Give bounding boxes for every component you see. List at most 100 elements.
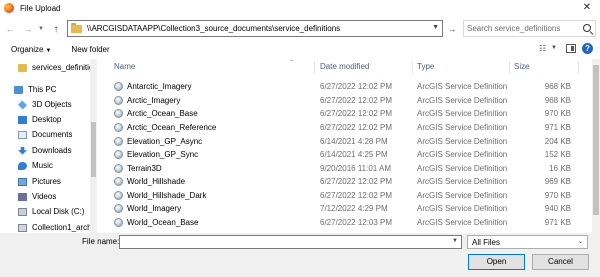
column-divider[interactable] [412,61,413,74]
search-input[interactable] [467,24,579,33]
column-header-type[interactable]: Type [417,62,434,74]
file-row[interactable]: Terrain3D 9/20/2016 11:01 AM ArcGIS Serv… [99,162,592,175]
file-name: Arctic_Ocean_Reference [127,123,217,132]
navigation-scrollbar[interactable] [90,59,97,233]
new-folder-button[interactable]: New folder [71,45,109,54]
file-size: 970 KB [544,109,571,118]
open-button[interactable]: Open [468,254,525,270]
file-row[interactable]: Arctic_Imagery 6/27/2022 12:02 PM ArcGIS… [99,94,592,107]
file-list-scrollbar[interactable] [592,59,600,233]
file-name: Terrain3D [127,164,162,173]
column-divider[interactable] [509,61,510,74]
desktop-icon [18,115,27,124]
column-header-size[interactable]: Size [514,62,530,74]
nav-item-collection1[interactable]: Collection1_arch [0,221,97,233]
file-name: Elevation_GP_Sync [127,150,199,159]
nav-item-label: Desktop [32,115,62,124]
file-name: World_Imagery [127,204,182,213]
view-chevron-down-icon[interactable]: ▼ [551,45,557,51]
nav-item-desktop[interactable]: Desktop [0,113,97,126]
file-size: 968 KB [544,96,571,105]
nav-item-downloads[interactable]: Downloads [0,144,97,157]
nav-item-services-definitions[interactable]: services_definitions [0,61,97,74]
close-button[interactable]: ✕ [580,2,594,14]
nav-item-label: Documents [32,130,73,139]
path-dropdown-chevron-icon[interactable]: ▼ [432,24,439,31]
file-row[interactable]: Arctic_Ocean_Base 6/27/2022 12:02 PM Arc… [99,107,592,120]
nav-item-label: Videos [32,192,57,201]
nav-item-videos[interactable]: Videos [0,190,97,203]
forward-button[interactable]: → [21,22,35,36]
column-divider[interactable] [314,61,315,74]
file-type: ArcGIS Service Definition [417,218,508,227]
go-button[interactable]: → [446,22,458,35]
column-header-date[interactable]: Date modified [320,62,369,74]
file-name: World_Ocean_Base [127,218,199,227]
command-bar: Organize ▼ New folder ☷ ▼ ? [0,42,600,57]
network-drive-icon [18,223,27,232]
file-name: World_Hillshade [127,177,186,186]
nav-item-this-pc[interactable]: This PC [0,83,97,96]
file-row[interactable]: World_Imagery 7/12/2022 4:29 PM ArcGIS S… [99,202,592,215]
file-row[interactable]: Elevation_GP_Async 6/14/2021 4:28 PM Arc… [99,135,592,148]
file-type: ArcGIS Service Definition [417,123,508,132]
column-divider[interactable] [578,61,579,74]
title-bar: File Upload ✕ [0,0,600,16]
file-name-input[interactable] [123,236,448,248]
file-type: ArcGIS Service Definition [417,82,508,91]
firefox-icon [4,3,14,13]
file-row[interactable]: World_Ocean_Base 6/27/2022 12:03 PM ArcG… [99,216,592,229]
path-field[interactable]: \\ARCGISDATAAPP\Collection3_source_docum… [67,20,443,37]
file-name-dropdown-chevron-icon[interactable]: ▼ [452,238,458,244]
file-name: Antarctic_Imagery [127,82,192,91]
search-box[interactable] [463,20,596,37]
file-size: 152 KB [544,150,571,159]
file-type-filter-value: All Files [472,238,501,247]
navigation-scrollbar-thumb[interactable] [91,122,96,177]
back-button[interactable]: ← [3,22,17,36]
cancel-button[interactable]: Cancel [532,254,589,270]
view-options-icon[interactable]: ☷ [539,44,546,53]
documents-icon [18,130,27,139]
service-definition-file-icon [114,109,123,118]
recent-locations-chevron-icon[interactable]: ▼ [37,22,45,36]
file-date: 6/27/2022 12:03 PM [320,218,393,227]
nav-item-local-disk[interactable]: Local Disk (C:) [0,205,97,218]
nav-item-pictures[interactable]: Pictures [0,175,97,188]
file-row[interactable]: World_Hillshade 6/27/2022 12:02 PM ArcGI… [99,175,592,188]
file-name-field[interactable]: ▼ [119,235,462,249]
file-type: ArcGIS Service Definition [417,177,508,186]
nav-item-label: This PC [28,85,57,94]
file-type: ArcGIS Service Definition [417,204,508,213]
nav-item-label: Local Disk (C:) [32,207,85,216]
nav-item-label: 3D Objects [32,100,72,109]
file-date: 6/27/2022 12:02 PM [320,109,393,118]
file-row[interactable]: Elevation_GP_Sync 6/14/2021 4:25 PM ArcG… [99,148,592,161]
file-row[interactable]: World_Hillshade_Dark 6/27/2022 12:02 PM … [99,189,592,202]
service-definition-file-icon [114,137,123,146]
file-date: 6/27/2022 12:02 PM [320,177,393,186]
search-icon[interactable] [583,24,591,32]
nav-item-3d-objects[interactable]: 3D Objects [0,98,97,111]
file-row[interactable]: Arctic_Ocean_Reference 6/27/2022 12:02 P… [99,121,592,134]
file-list-scrollbar-thumb[interactable] [593,65,599,215]
pictures-icon [18,177,27,186]
preview-pane-icon[interactable] [566,44,576,53]
file-row[interactable]: Antarctic_Imagery 6/27/2022 12:02 PM Arc… [99,80,592,93]
column-header-name[interactable]: Name [114,62,135,74]
file-name: Elevation_GP_Async [127,137,203,146]
file-date: 6/27/2022 12:02 PM [320,82,393,91]
nav-item-label: Downloads [32,146,72,155]
help-button[interactable]: ? [582,43,593,54]
music-icon [18,161,27,170]
service-definition-file-icon [114,218,123,227]
nav-item-label: Collection1_arch [32,223,92,232]
organize-menu[interactable]: Organize ▼ [11,45,51,54]
up-button[interactable]: ↑ [49,22,63,36]
path-text[interactable]: \\ARCGISDATAAPP\Collection3_source_docum… [87,24,340,33]
dialog-footer: File name: ▼ All Files ⌄ Open Cancel [0,233,600,277]
service-definition-file-icon [114,204,123,213]
nav-item-music[interactable]: Music [0,159,97,172]
nav-item-documents[interactable]: Documents [0,128,97,141]
file-type-filter[interactable]: All Files ⌄ [467,235,588,249]
